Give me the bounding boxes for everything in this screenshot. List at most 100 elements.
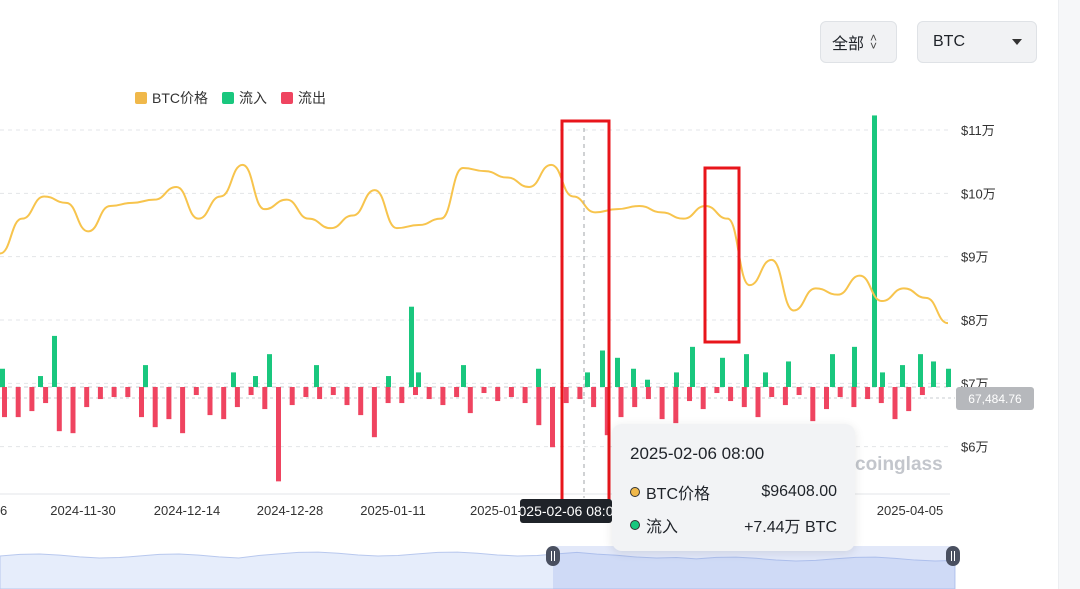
x-tick-label: 2024-12-28	[257, 503, 324, 518]
inflow-bar	[416, 372, 421, 387]
outflow-bar	[632, 387, 638, 408]
outflow-bar	[481, 387, 487, 394]
outflow-bar	[330, 387, 336, 396]
outflow-bar	[659, 387, 665, 420]
outflow-bar	[139, 387, 144, 418]
inflow-bar	[585, 372, 590, 387]
outflow-bar	[591, 387, 597, 408]
inflow-bar	[0, 368, 5, 387]
navigator-handle-right[interactable]	[946, 546, 960, 566]
inflow-bar	[852, 346, 857, 387]
outflow-bar	[56, 387, 62, 432]
outflow-bar	[289, 387, 295, 406]
outflow-bar	[563, 387, 569, 404]
outflow-bar	[180, 387, 186, 434]
outflow-bar	[495, 387, 501, 402]
outflow-bar	[2, 387, 7, 418]
outflow-bar	[618, 387, 624, 418]
outflow-bar	[645, 387, 651, 400]
tooltip-title: 2025-02-06 08:00	[630, 444, 765, 463]
outflow-bar	[878, 387, 884, 404]
inflow-bar	[314, 365, 319, 387]
outflow-bar	[550, 387, 555, 448]
outflow-bar	[221, 387, 227, 420]
inflow-bar	[645, 379, 650, 387]
inflow-bar	[461, 365, 466, 387]
outflow-bar	[755, 387, 761, 418]
x-tick-label: 2024-11-30	[50, 503, 116, 518]
highlight-box-price-drop	[703, 166, 741, 344]
outflow-bar	[522, 387, 528, 404]
highlight-box-inflow-spike	[560, 119, 611, 504]
outflow-bar	[70, 387, 76, 434]
outflow-bar	[906, 387, 912, 412]
outflow-bar	[919, 387, 925, 396]
outflow-bar	[536, 387, 542, 426]
outflow-bar	[97, 387, 103, 400]
tooltip-row-inflow: 流入 +7.44万 BTC	[630, 513, 837, 537]
inflow-bar	[830, 354, 835, 387]
inflow-bar	[946, 368, 951, 387]
inflow-bar	[931, 361, 936, 387]
price-tick-label: $11万	[961, 123, 995, 138]
inflow-bar	[786, 361, 791, 387]
outflow-bar	[152, 387, 158, 428]
inflow-bar	[918, 354, 923, 387]
inflow-bar	[386, 376, 391, 387]
inflow-bar	[536, 368, 541, 387]
outflow-bar	[673, 387, 679, 424]
tooltip-label-inflow: 流入	[646, 519, 679, 536]
outflow-bar	[358, 387, 364, 416]
tooltip-value-price: $96408.00	[761, 483, 837, 500]
outflow-bar	[769, 387, 775, 398]
inflow-bar	[872, 115, 877, 387]
tooltip-label-price: BTC价格	[646, 486, 711, 503]
outflow-bar	[728, 387, 734, 402]
inflow-bar	[38, 376, 43, 387]
outflow-bar	[371, 387, 377, 438]
tooltip-value-inflow: +7.44万 BTC	[744, 519, 837, 536]
inflow-bar	[674, 372, 679, 387]
tooltip-dot-price	[630, 487, 640, 497]
outflow-bar	[166, 387, 172, 420]
outflow-bar	[15, 387, 21, 418]
outflow-bar	[865, 387, 871, 400]
price-tick-label: $6万	[961, 440, 988, 455]
page-scrollbar-track[interactable]	[1058, 0, 1080, 589]
inflow-bar	[900, 365, 905, 387]
inflow-bar	[880, 372, 885, 387]
inflow-bar	[744, 354, 749, 387]
inflow-bar	[600, 350, 605, 387]
outflow-bar	[303, 387, 309, 398]
outflow-bar	[454, 387, 460, 398]
tooltip-dot-inflow	[630, 520, 640, 530]
inflow-bar	[763, 372, 768, 387]
outflow-bar	[125, 387, 131, 398]
outflow-bar	[84, 387, 90, 408]
outflow-bar	[687, 387, 692, 402]
outflow-bar	[385, 387, 391, 404]
chart-tooltip: 2025-02-06 08:00 BTC价格 $96408.00 流入 +7.4…	[612, 424, 855, 551]
outflow-bar	[577, 387, 583, 400]
outflow-bar	[413, 387, 418, 396]
inflow-bar	[631, 368, 636, 387]
outflow-bar	[440, 387, 446, 406]
outflow-bar	[276, 387, 281, 482]
x-tick-label: 2024-12-14	[154, 503, 221, 518]
outflow-bar	[399, 387, 405, 404]
tooltip-row-price: BTC价格 $96408.00	[630, 480, 837, 504]
outflow-bar	[248, 387, 254, 396]
price-tick-label: $10万	[961, 186, 996, 201]
x-tick-label: 2025-04-05	[877, 503, 944, 518]
inflow-bar	[720, 357, 725, 387]
x-tick-label: 2025-01-11	[360, 503, 426, 518]
inflow-bar	[409, 306, 414, 387]
inflow-bar	[253, 376, 258, 387]
outflow-bar	[43, 387, 49, 404]
outflow-bar	[851, 387, 857, 408]
inflow-bar	[267, 354, 272, 387]
navigator-handle-left[interactable]	[546, 546, 560, 566]
inflow-bar	[143, 365, 148, 387]
crosshair-date-badge: 2025-02-06 08:00	[520, 499, 612, 523]
outflow-bar	[892, 387, 898, 420]
